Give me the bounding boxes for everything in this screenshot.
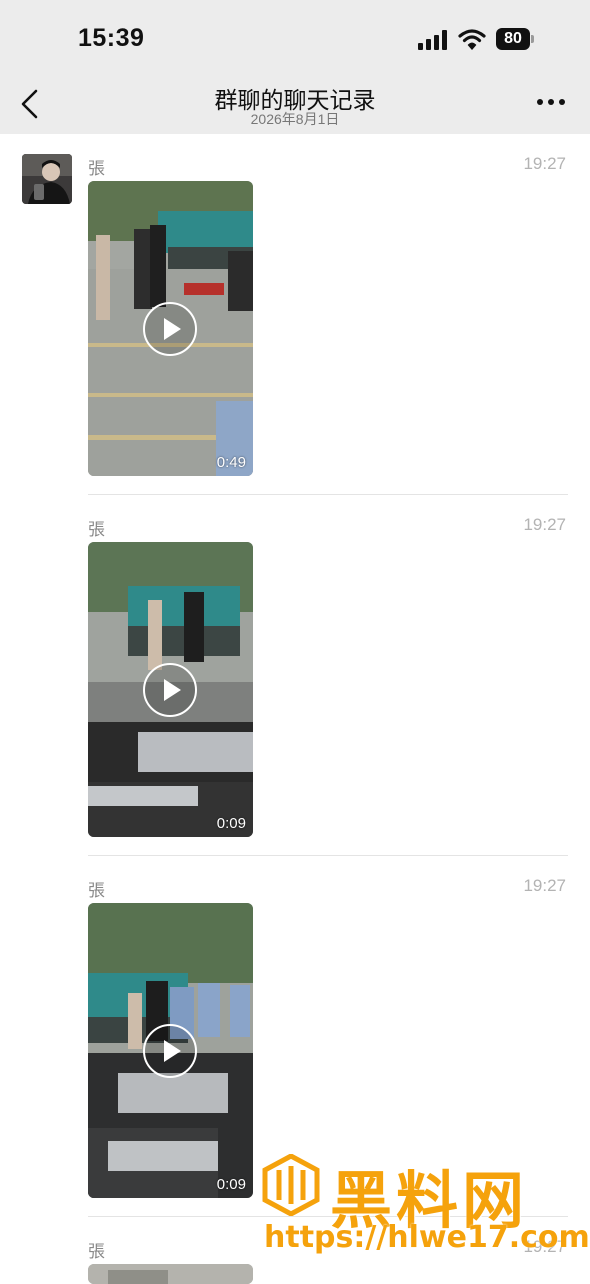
- list-item: 張 19:27 0:49: [0, 154, 590, 516]
- status-bar: 15:39 80: [0, 0, 590, 78]
- sender-name: 張: [88, 1242, 105, 1261]
- video-duration: 0:49: [216, 454, 246, 471]
- sender-name: 張: [88, 159, 105, 178]
- video-duration: 0:09: [216, 1176, 246, 1193]
- watermark: 黑料网 https://hlwe17.com: [262, 1150, 590, 1260]
- page-subtitle: 2026年8月1日: [250, 111, 340, 127]
- status-time: 15:39: [78, 24, 145, 52]
- sender-name: 張: [88, 881, 105, 900]
- message-time: 19:27: [523, 154, 566, 173]
- divider: [88, 494, 568, 495]
- video-thumbnail[interactable]: 0:09: [88, 542, 253, 837]
- battery-level: 80: [496, 28, 530, 50]
- video-duration: 0:09: [216, 815, 246, 832]
- watermark-url: https://hlwe17.com: [264, 1220, 590, 1255]
- play-icon[interactable]: [142, 301, 198, 357]
- signal-icon: [418, 30, 450, 50]
- more-dots-icon[interactable]: [537, 99, 565, 107]
- message-time: 19:27: [523, 515, 566, 534]
- battery-icon: 80: [496, 28, 534, 50]
- video-thumbnail[interactable]: 0:49: [88, 181, 253, 476]
- video-thumbnail[interactable]: [88, 1264, 253, 1284]
- nav-bar: 群聊的聊天记录 2026年8月1日: [0, 78, 590, 134]
- video-thumbnail[interactable]: 0:09: [88, 903, 253, 1198]
- message-time: 19:27: [523, 876, 566, 895]
- wifi-icon: [458, 29, 486, 50]
- sender-name: 張: [88, 520, 105, 539]
- play-icon[interactable]: [142, 662, 198, 718]
- divider: [88, 855, 568, 856]
- list-item: 張 19:27 0:09: [0, 515, 590, 877]
- watermark-logo-icon: [262, 1154, 320, 1216]
- play-icon[interactable]: [142, 1023, 198, 1079]
